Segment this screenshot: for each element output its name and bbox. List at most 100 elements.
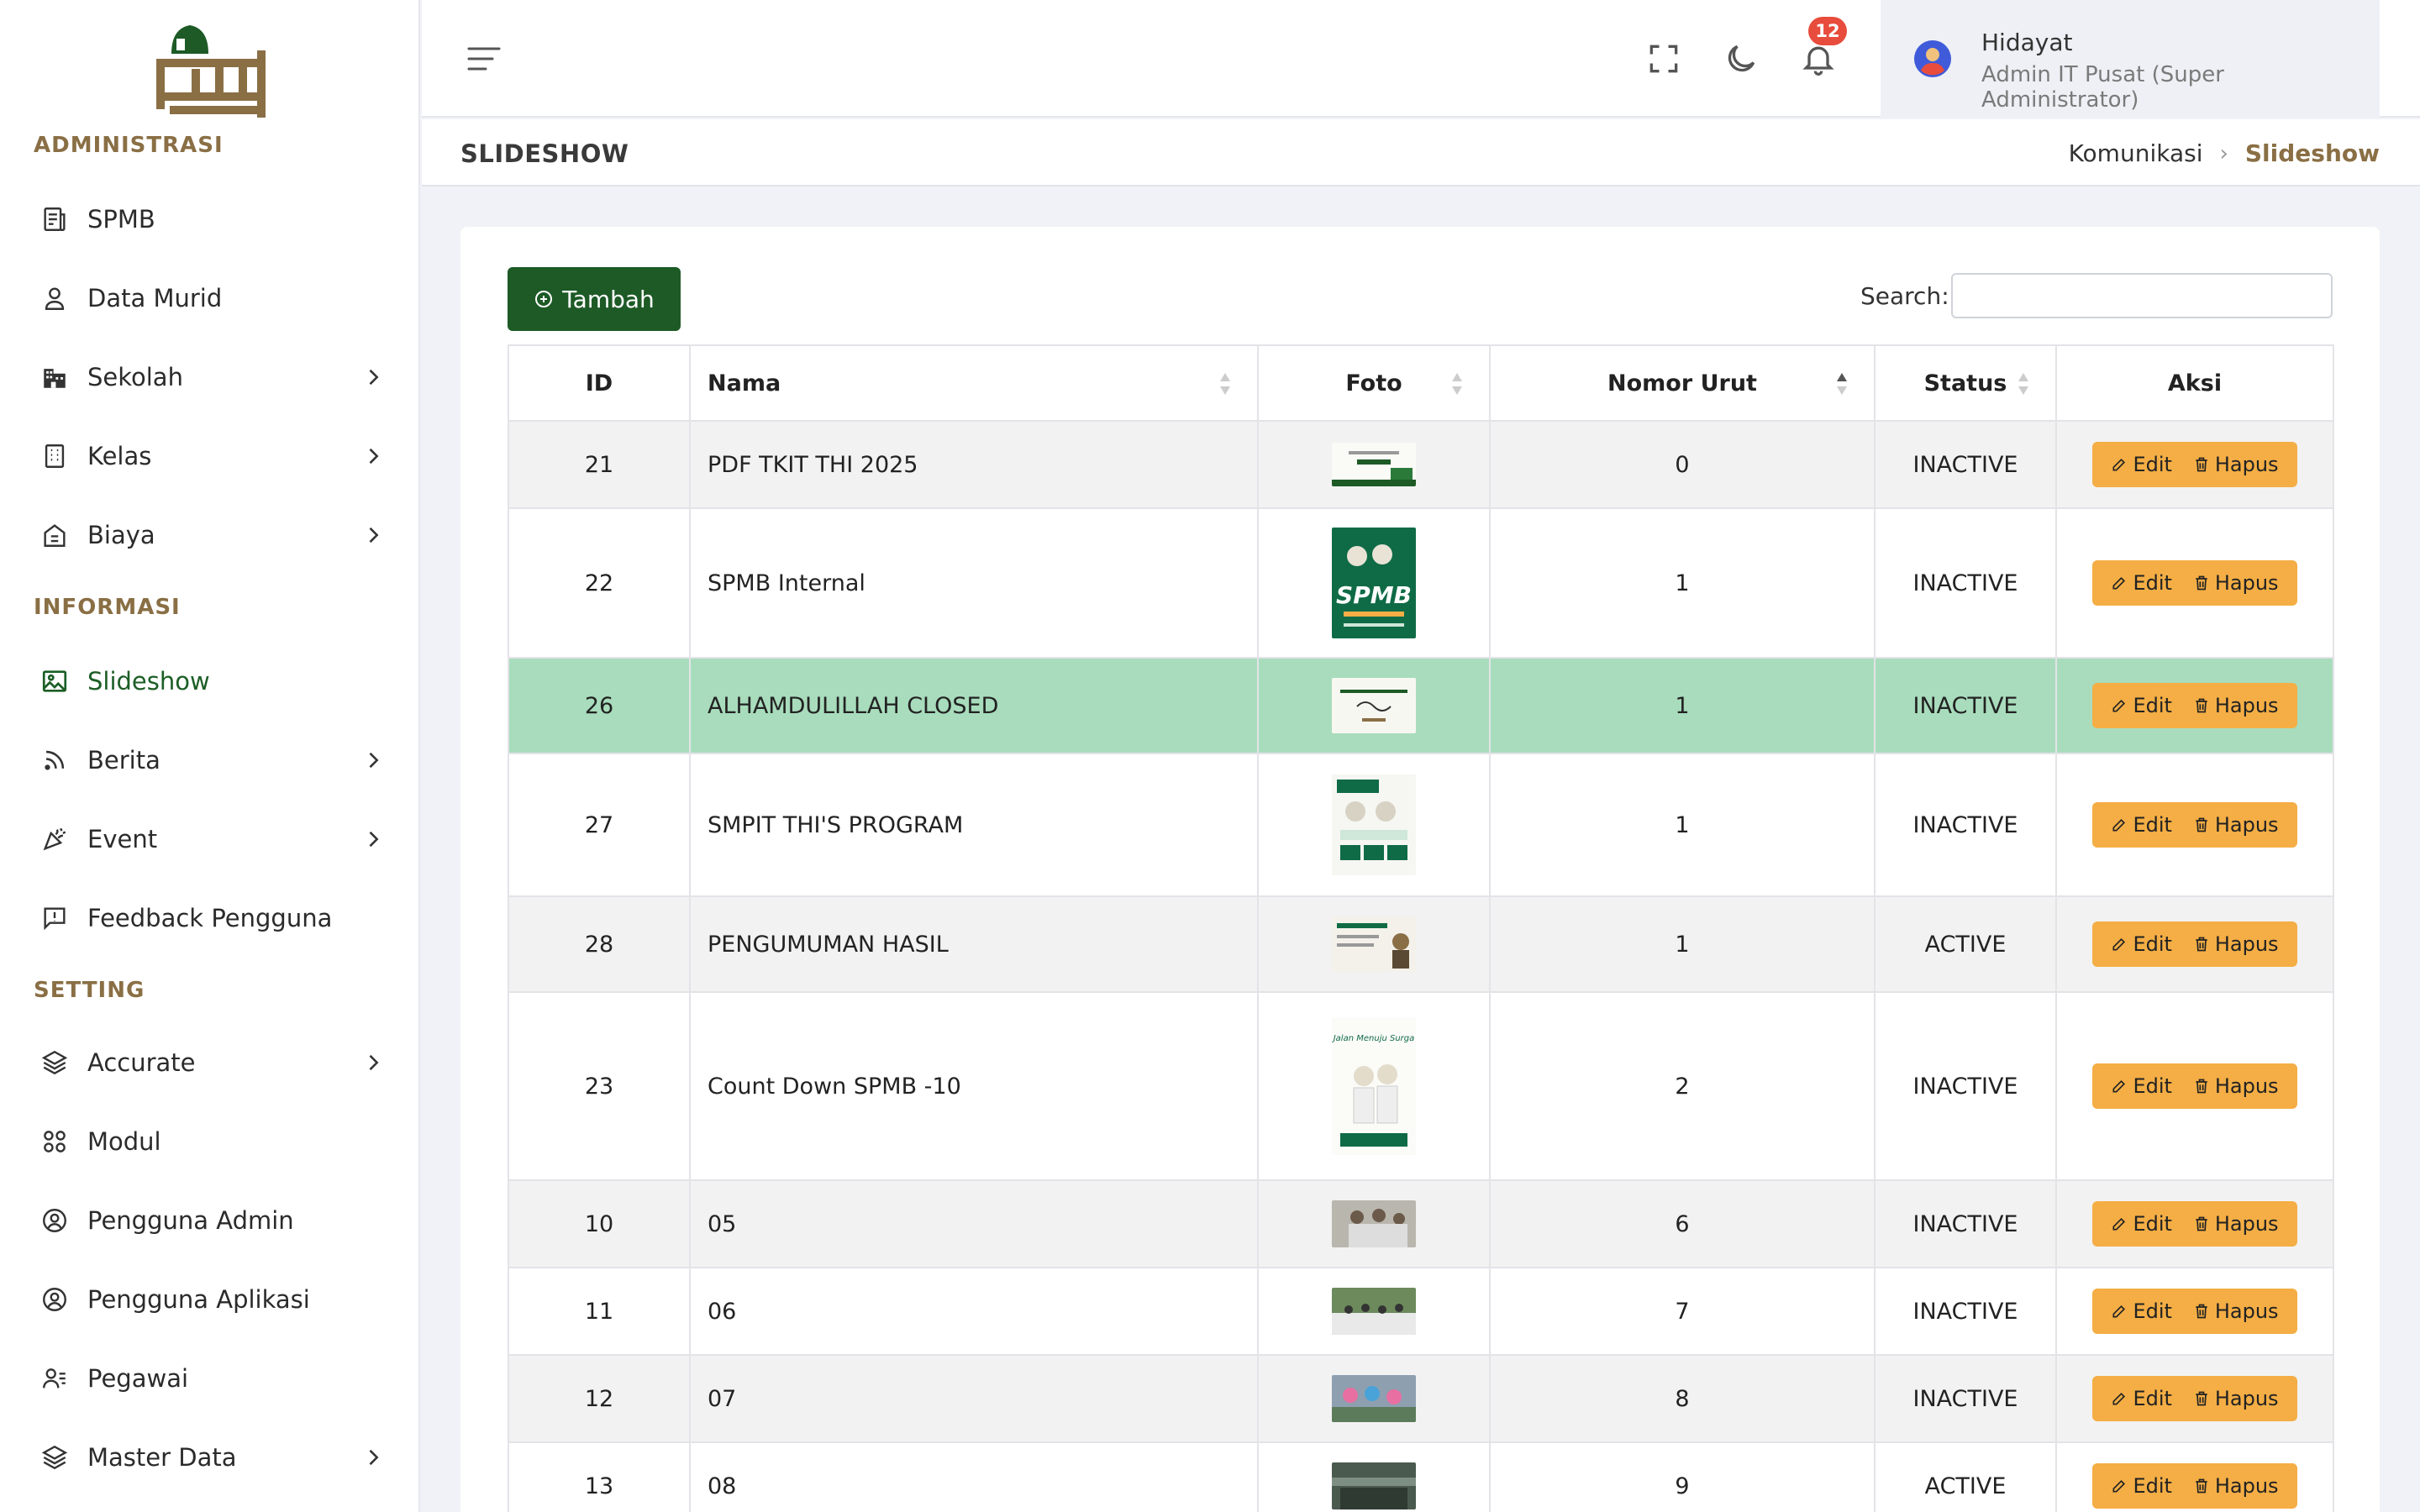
slide-thumbnail[interactable] xyxy=(1332,774,1416,875)
slide-thumbnail[interactable] xyxy=(1332,1462,1416,1509)
search-input[interactable] xyxy=(1951,273,2333,318)
slide-thumbnail[interactable] xyxy=(1332,1200,1416,1247)
cell-nomor-urut: 2 xyxy=(1489,991,1876,1181)
sidebar-item-event[interactable]: Event xyxy=(0,810,418,869)
user-menu[interactable]: Hidayat Admin IT Pusat (Super Administra… xyxy=(1881,0,2380,118)
sidebar-item-biaya[interactable]: Biaya xyxy=(0,506,418,564)
delete-button[interactable]: Hapus xyxy=(2193,1074,2279,1098)
slide-thumbnail[interactable]: Jalan Menuju Surga xyxy=(1332,1017,1416,1155)
column-header-foto[interactable]: Foto xyxy=(1257,344,1491,422)
sidebar-item-pengguna-admin[interactable]: Pengguna Admin xyxy=(0,1191,418,1250)
table-row[interactable]: 27 SMPIT THI'S PROGRAM 1 INACTIVE Edit Hapus xyxy=(508,753,2334,897)
section-title-administrasi: ADMINISTRASI xyxy=(34,133,224,158)
delete-button[interactable]: Hapus xyxy=(2193,694,2279,717)
trash-icon xyxy=(2196,575,2207,591)
fullscreen-icon[interactable] xyxy=(1645,40,1682,77)
table-row[interactable]: 26 ALHAMDULILLAH CLOSED 1 INACTIVE Edit Hapus xyxy=(508,657,2334,754)
edit-button[interactable]: Edit xyxy=(2111,813,2172,837)
cell-foto xyxy=(1257,1441,1491,1512)
delete-button[interactable]: Hapus xyxy=(2193,571,2279,595)
chevron-right-icon xyxy=(369,752,379,769)
cell-id: 21 xyxy=(508,420,691,509)
slide-thumbnail[interactable] xyxy=(1332,1288,1416,1335)
edit-button-label: Edit xyxy=(2133,813,2172,837)
delete-button[interactable]: Hapus xyxy=(2193,932,2279,956)
sidebar-item-master-data[interactable]: Master Data xyxy=(0,1428,418,1487)
slide-thumbnail[interactable] xyxy=(1332,916,1416,972)
slide-thumbnail[interactable] xyxy=(1332,1375,1416,1422)
dark-mode-icon[interactable] xyxy=(1723,40,1760,77)
delete-button-label: Hapus xyxy=(2214,1474,2279,1498)
chevron-right-icon xyxy=(369,1054,379,1071)
sidebar-item-data-murid[interactable]: Data Murid xyxy=(0,269,418,328)
edit-button[interactable]: Edit xyxy=(2111,571,2172,595)
delete-button[interactable]: Hapus xyxy=(2193,813,2279,837)
sidebar-item-spmb[interactable]: SPMB xyxy=(0,190,418,249)
slide-thumbnail[interactable] xyxy=(1332,678,1416,733)
edit-button[interactable]: Edit xyxy=(2111,1074,2172,1098)
delete-button[interactable]: Hapus xyxy=(2193,1299,2279,1323)
table-row[interactable]: 10 05 6 INACTIVE Edit Hapus xyxy=(508,1179,2334,1268)
cell-status: INACTIVE xyxy=(1874,753,2057,897)
table-row[interactable]: 11 06 7 INACTIVE Edit Hapus xyxy=(508,1267,2334,1356)
table-row[interactable]: 28 PENGUMUMAN HASIL 1 ACTIVE Edit Hapus xyxy=(508,895,2334,993)
sidebar-item-sekolah[interactable]: Sekolah xyxy=(0,348,418,407)
slide-thumbnail[interactable]: SPMB xyxy=(1332,528,1416,638)
column-header-label: Foto xyxy=(1345,370,1402,396)
column-header-nomor-urut[interactable]: Nomor Urut xyxy=(1489,344,1876,422)
sidebar-item-berita[interactable]: Berita xyxy=(0,731,418,790)
user-role: Admin IT Pusat (Super Administrator) xyxy=(1981,62,2224,113)
sidebar-item-slideshow[interactable]: Slideshow xyxy=(0,652,418,711)
cell-id: 11 xyxy=(508,1267,691,1356)
delete-button[interactable]: Hapus xyxy=(2193,1387,2279,1410)
app-logo[interactable] xyxy=(153,25,267,118)
cell-nomor-urut: 9 xyxy=(1489,1441,1876,1512)
cell-foto xyxy=(1257,657,1491,754)
column-header-id[interactable]: ID xyxy=(508,344,691,422)
menu-toggle-icon[interactable] xyxy=(466,42,502,76)
user-icon xyxy=(40,284,69,312)
breadcrumb: Komunikasi › Slideshow xyxy=(2069,139,2380,167)
sidebar-item-feedback-pengguna[interactable]: Feedback Pengguna xyxy=(0,889,418,948)
chevron-right-icon xyxy=(369,448,379,465)
table-row[interactable]: 23 Count Down SPMB -10 Jalan Menuju Surga 2… xyxy=(508,991,2334,1181)
edit-button[interactable]: Edit xyxy=(2111,1387,2172,1410)
cell-status: INACTIVE xyxy=(1874,991,2057,1181)
edit-button[interactable]: Edit xyxy=(2111,932,2172,956)
sidebar-item-modul[interactable]: Modul xyxy=(0,1112,418,1171)
cell-nama: SPMB Internal xyxy=(689,507,1259,659)
sidebar-item-kelas[interactable]: Kelas xyxy=(0,427,418,486)
table-row[interactable]: 22 SPMB Internal SPMB 1 INACTIVE Edit Hapus xyxy=(508,507,2334,659)
delete-button[interactable]: Hapus xyxy=(2193,453,2279,476)
section-title-informasi: INFORMASI xyxy=(34,595,181,620)
edit-button[interactable]: Edit xyxy=(2111,1212,2172,1236)
add-button[interactable]: Tambah xyxy=(508,267,681,331)
delete-button[interactable]: Hapus xyxy=(2193,1212,2279,1236)
edit-button-label: Edit xyxy=(2133,571,2172,595)
sidebar-item-label: Pengguna Admin xyxy=(87,1206,294,1235)
column-header-status[interactable]: Status xyxy=(1874,344,2057,422)
table-row[interactable]: 13 08 9 ACTIVE Edit Hapus xyxy=(508,1441,2334,1512)
sidebar-item-pegawai[interactable]: Pegawai xyxy=(0,1349,418,1408)
sidebar-item-pengguna-aplikasi[interactable]: Pengguna Aplikasi xyxy=(0,1270,418,1329)
chevron-right-icon xyxy=(369,527,379,543)
edit-button[interactable]: Edit xyxy=(2111,1299,2172,1323)
table-row[interactable]: 21 PDF TKIT THI 2025 0 INACTIVE Edit Hapus xyxy=(508,420,2334,509)
edit-button[interactable]: Edit xyxy=(2111,694,2172,717)
slide-thumbnail[interactable] xyxy=(1332,443,1416,486)
edit-button[interactable]: Edit xyxy=(2111,1474,2172,1498)
cell-foto: SPMB xyxy=(1257,507,1491,659)
search-label: Search: xyxy=(1860,282,1949,310)
edit-button[interactable]: Edit xyxy=(2111,453,2172,476)
sidebar-item-accurate[interactable]: Accurate xyxy=(0,1033,418,1092)
modules-icon xyxy=(40,1127,69,1156)
sidebar-item-label: Event xyxy=(87,825,158,853)
bell-icon[interactable] xyxy=(1800,40,1837,77)
delete-button[interactable]: Hapus xyxy=(2193,1474,2279,1498)
chevron-right-icon: › xyxy=(2219,140,2228,166)
column-header-nama[interactable]: Nama xyxy=(689,344,1259,422)
breadcrumb-parent[interactable]: Komunikasi xyxy=(2069,139,2203,167)
table-row[interactable]: 12 07 8 INACTIVE Edit Hapus xyxy=(508,1354,2334,1443)
cell-status: INACTIVE xyxy=(1874,1179,2057,1268)
trash-icon xyxy=(2196,817,2207,832)
